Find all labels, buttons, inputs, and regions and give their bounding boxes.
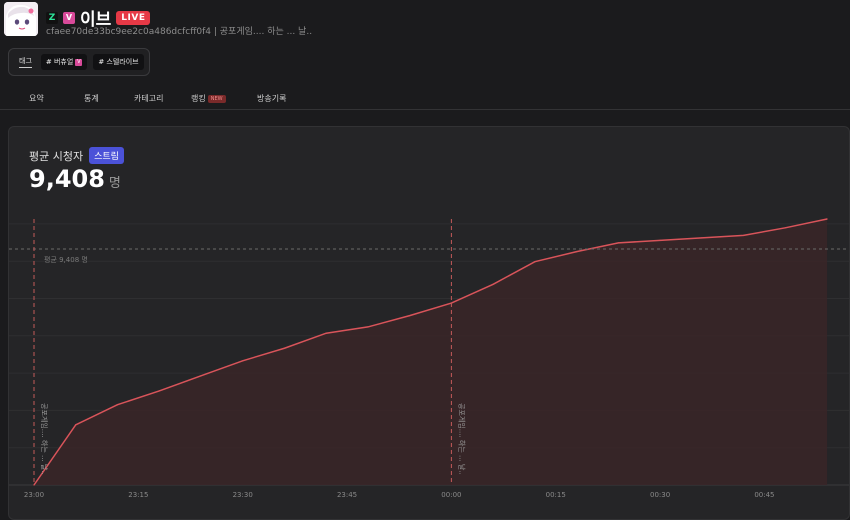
channel-header: Z V 이브 LIVE cfaee70de33bc9ee2c0a486dcfcf… xyxy=(0,0,850,42)
marker-label: 공포게임.... 하는 ... 날.. xyxy=(457,403,466,475)
nav-tabs: 요약 통계 카테고리 랭킹 NEW 방송기록 xyxy=(0,88,850,110)
viewer-stats-panel: 평균 시청자 스트림 9,408 명 평균 9,408 명공포게임.... 하는… xyxy=(8,126,850,520)
x-tick-label: 23:00 xyxy=(24,491,44,499)
chzzk-platform-icon: Z xyxy=(46,11,58,24)
tag-box: 태그 # 버츄얼 V # 스텔라이브 xyxy=(8,48,150,76)
tag-virtual[interactable]: # 버츄얼 V xyxy=(40,54,88,70)
x-tick-label: 23:45 xyxy=(337,491,357,499)
tag-stellive[interactable]: # 스텔라이브 xyxy=(93,54,144,70)
tag-label: # 스텔라이브 xyxy=(98,58,139,66)
x-tick-label: 00:30 xyxy=(650,491,670,499)
vtuber-badge-icon: V xyxy=(75,58,83,66)
live-badge: LIVE xyxy=(116,10,151,25)
stream-badge[interactable]: 스트림 xyxy=(89,147,124,164)
series-area xyxy=(34,219,828,485)
new-badge: NEW xyxy=(207,95,226,103)
metric-unit: 명 xyxy=(108,176,121,191)
tab-category[interactable]: 카테고리 xyxy=(134,93,163,104)
stream-title: cfaee70de33bc9ee2c0a486dcfcff0f4 | 공포게임.… xyxy=(46,27,313,37)
tab-broadcast-history[interactable]: 방송기록 xyxy=(257,93,286,104)
viewer-chart[interactable]: 평균 9,408 명공포게임.... 하는 ... 날.. 공포게임.... 하는… xyxy=(9,203,850,520)
x-tick-label: 23:15 xyxy=(128,491,148,499)
tab-stats[interactable]: 통계 xyxy=(84,93,99,104)
x-tick-label: 00:45 xyxy=(754,491,774,499)
average-label: 평균 9,408 명 xyxy=(44,255,88,264)
x-tick-label: 00:15 xyxy=(546,491,566,499)
avatar-image xyxy=(4,2,38,36)
metric-label: 평균 시청자 xyxy=(29,149,84,163)
avatar[interactable] xyxy=(4,2,38,36)
metric-value: 9,408 xyxy=(29,165,105,193)
tag-label: # 버츄얼 xyxy=(45,58,74,66)
tab-ranking[interactable]: 랭킹 NEW xyxy=(191,93,226,104)
x-tick-label: 23:30 xyxy=(233,491,253,499)
vtuber-badge-icon: V xyxy=(63,11,75,24)
tag-box-title: 태그 xyxy=(19,56,32,68)
tab-summary[interactable]: 요약 xyxy=(29,93,44,104)
marker-label: 공포게임.... 하는 ... 날.. xyxy=(40,403,49,475)
x-tick-label: 00:00 xyxy=(441,491,461,499)
